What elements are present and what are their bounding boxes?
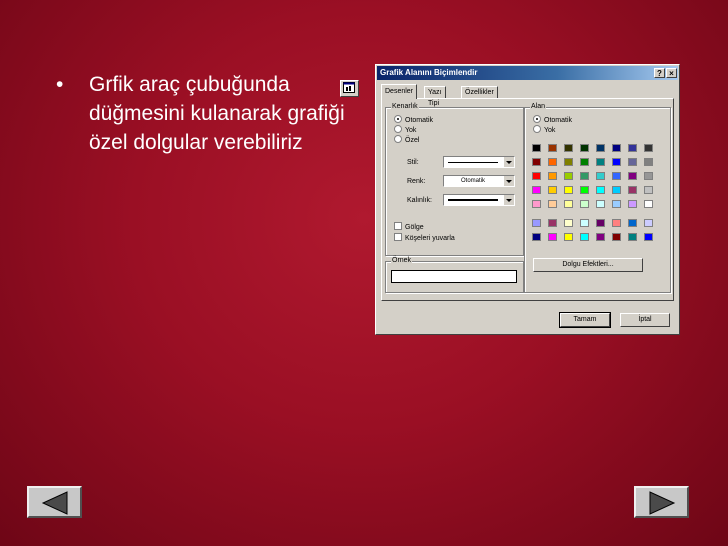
area-group-title: Alan xyxy=(530,103,547,111)
previous-slide-button[interactable] xyxy=(27,486,82,518)
next-slide-icon xyxy=(649,491,676,515)
bullet-symbol: • xyxy=(56,73,64,96)
border-custom-radio[interactable]: Özel xyxy=(394,135,419,145)
chevron-down-icon[interactable] xyxy=(503,157,514,167)
color-swatch[interactable] xyxy=(564,219,573,227)
color-swatch[interactable] xyxy=(612,200,621,208)
color-swatch[interactable] xyxy=(644,200,653,208)
color-swatch[interactable] xyxy=(548,219,557,227)
color-swatch[interactable] xyxy=(628,172,637,180)
color-swatch[interactable] xyxy=(644,233,653,241)
area-none-radio[interactable]: Yok xyxy=(533,125,555,135)
sample-preview xyxy=(391,270,517,283)
color-swatch[interactable] xyxy=(612,158,621,166)
style-dropdown[interactable] xyxy=(443,156,515,168)
style-label: Stil: xyxy=(407,159,419,166)
color-swatch[interactable] xyxy=(580,219,589,227)
color-swatch[interactable] xyxy=(564,144,573,152)
next-slide-button[interactable] xyxy=(634,486,689,518)
color-label: Renk: xyxy=(407,178,426,185)
sample-group: Örnek xyxy=(385,257,524,293)
color-swatch[interactable] xyxy=(532,219,541,227)
color-swatch[interactable] xyxy=(532,200,541,208)
area-group: Alan Otomatik Yok Dolgu Efektleri... xyxy=(524,103,671,293)
border-group-title: Kenarlık xyxy=(391,103,419,111)
border-auto-radio[interactable]: Otomatik xyxy=(394,115,433,125)
color-swatch[interactable] xyxy=(548,144,557,152)
color-swatch[interactable] xyxy=(644,144,653,152)
color-swatch[interactable] xyxy=(628,158,637,166)
weight-label: Kalınlık: xyxy=(407,197,432,204)
format-chart-area-icon[interactable] xyxy=(340,80,359,97)
color-swatch[interactable] xyxy=(596,158,605,166)
color-swatch[interactable] xyxy=(532,233,541,241)
dialog-titlebar: Grafik Alanını Biçimlendir ? × xyxy=(377,66,678,80)
bullet-text: Grfik araç çubuğunda düğmesini kulanarak… xyxy=(89,73,345,154)
color-swatch[interactable] xyxy=(564,200,573,208)
color-swatch[interactable] xyxy=(580,186,589,194)
color-swatch[interactable] xyxy=(532,186,541,194)
ok-button[interactable]: Tamam xyxy=(559,312,611,328)
dialog-title: Grafik Alanını Biçimlendir xyxy=(380,68,478,77)
color-swatch[interactable] xyxy=(548,233,557,241)
color-swatch[interactable] xyxy=(580,200,589,208)
border-none-radio[interactable]: Yok xyxy=(394,125,416,135)
color-swatch[interactable] xyxy=(628,144,637,152)
color-swatch[interactable] xyxy=(532,144,541,152)
fill-effects-button[interactable]: Dolgu Efektleri... xyxy=(533,258,643,272)
color-swatch[interactable] xyxy=(628,219,637,227)
color-swatch[interactable] xyxy=(548,200,557,208)
color-swatch[interactable] xyxy=(628,186,637,194)
area-auto-radio[interactable]: Otomatik xyxy=(533,115,572,125)
color-swatch[interactable] xyxy=(596,172,605,180)
color-swatch[interactable] xyxy=(564,158,573,166)
color-swatch[interactable] xyxy=(596,186,605,194)
chevron-down-icon[interactable] xyxy=(503,195,514,205)
color-swatch[interactable] xyxy=(612,219,621,227)
color-swatch[interactable] xyxy=(532,172,541,180)
color-swatch[interactable] xyxy=(612,233,621,241)
rounded-corners-checkbox[interactable]: Köşeleri yuvarla xyxy=(394,233,455,243)
shadow-checkbox[interactable]: Gölge xyxy=(394,222,424,232)
weight-dropdown[interactable] xyxy=(443,194,515,206)
color-swatch[interactable] xyxy=(564,172,573,180)
close-button[interactable]: × xyxy=(666,68,677,78)
color-swatch[interactable] xyxy=(644,172,653,180)
format-chart-area-dialog: Grafik Alanını Biçimlendir ? × Desenler … xyxy=(375,64,680,335)
color-swatch[interactable] xyxy=(580,158,589,166)
color-swatch[interactable] xyxy=(548,186,557,194)
color-swatch[interactable] xyxy=(612,186,621,194)
color-dropdown[interactable]: Otomatik xyxy=(443,175,515,187)
color-swatch[interactable] xyxy=(596,233,605,241)
help-button[interactable]: ? xyxy=(654,68,665,78)
color-swatch[interactable] xyxy=(612,144,621,152)
previous-slide-icon xyxy=(41,491,68,515)
color-swatch[interactable] xyxy=(612,172,621,180)
color-swatch[interactable] xyxy=(644,186,653,194)
cancel-button[interactable]: İptal xyxy=(620,313,670,327)
border-group: Kenarlık Otomatik Yok Özel Stil: Renk: O… xyxy=(385,103,524,256)
color-swatch[interactable] xyxy=(564,186,573,194)
tab-properties[interactable]: Özellikler xyxy=(461,86,498,98)
sample-title: Örnek xyxy=(391,257,413,265)
color-swatch[interactable] xyxy=(596,219,605,227)
color-swatch[interactable] xyxy=(644,158,653,166)
color-swatch[interactable] xyxy=(564,233,573,241)
color-swatch[interactable] xyxy=(580,144,589,152)
tab-patterns[interactable]: Desenler xyxy=(381,84,418,99)
color-swatch[interactable] xyxy=(596,144,605,152)
patterns-panel: Kenarlık Otomatik Yok Özel Stil: Renk: O… xyxy=(381,98,674,301)
color-swatch[interactable] xyxy=(628,200,637,208)
color-swatch[interactable] xyxy=(580,233,589,241)
color-swatch[interactable] xyxy=(580,172,589,180)
chevron-down-icon[interactable] xyxy=(503,176,514,186)
tab-font[interactable]: Yazı Tipi xyxy=(424,86,446,107)
color-swatch[interactable] xyxy=(532,158,541,166)
color-swatch[interactable] xyxy=(644,219,653,227)
color-swatch[interactable] xyxy=(596,200,605,208)
color-swatch[interactable] xyxy=(548,158,557,166)
color-swatch[interactable] xyxy=(628,233,637,241)
color-swatch[interactable] xyxy=(548,172,557,180)
